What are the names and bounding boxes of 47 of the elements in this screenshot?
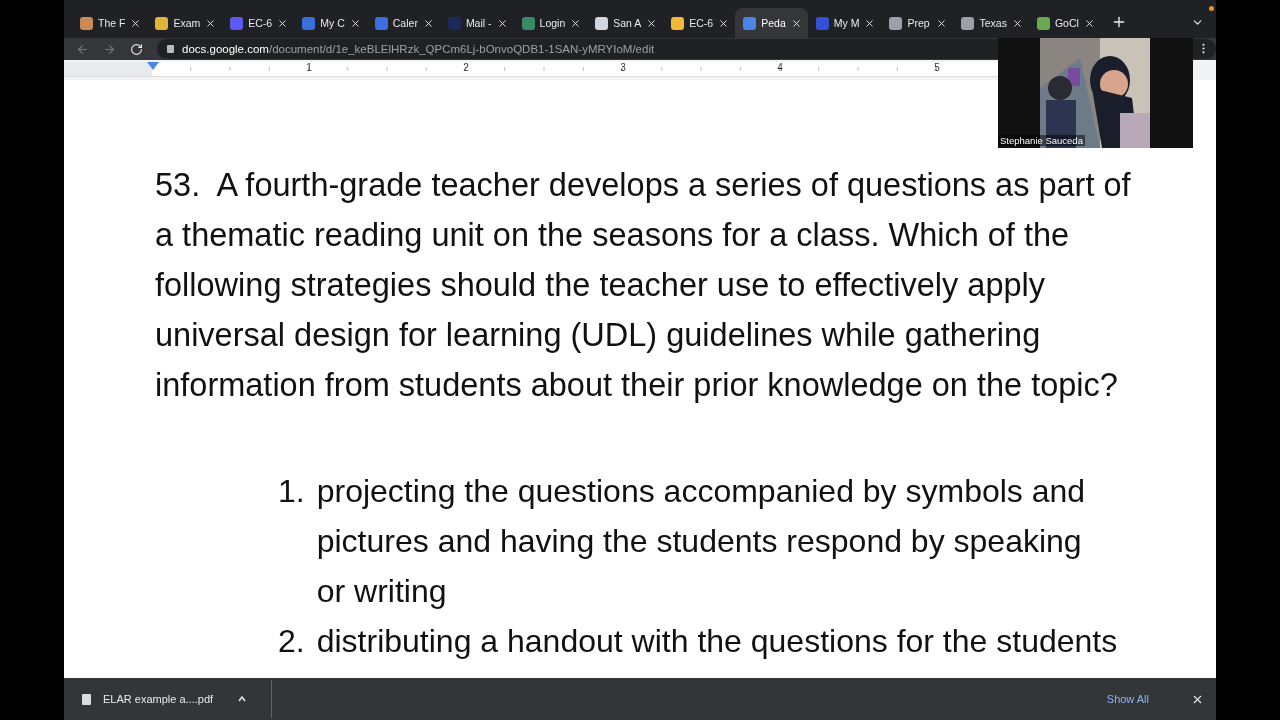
- close-icon[interactable]: [1083, 17, 1095, 29]
- participant-name: Stephanie Sauceda: [998, 135, 1085, 146]
- browser-tab[interactable]: Exam: [147, 8, 223, 38]
- browser-tab[interactable]: My C: [294, 8, 367, 38]
- ruler-number: 4: [776, 62, 784, 75]
- browser-tab[interactable]: My M: [807, 8, 882, 38]
- back-icon[interactable]: [76, 42, 89, 56]
- reload-icon[interactable]: [130, 42, 143, 56]
- download-file[interactable]: ELAR example a....pdf: [103, 693, 214, 705]
- close-icon[interactable]: [422, 17, 434, 29]
- close-icon[interactable]: [646, 17, 658, 29]
- notification-dot: [1209, 6, 1214, 11]
- option-number: 1.: [278, 472, 305, 511]
- browser-tab[interactable]: Mail -: [439, 8, 514, 38]
- ruler-number: 5: [933, 62, 941, 75]
- close-icon[interactable]: [570, 17, 582, 29]
- browser-tab[interactable]: San A: [587, 8, 664, 38]
- close-icon[interactable]: [1011, 17, 1023, 29]
- question-text: 53. A fourth-grade teacher develops a series of questions as part of a thematic reading unit on the seasons for a class. Which of the following strategies should the teacher use to effectively apply universal design for learning (UDL) guidelines while gathering information from students about their prior knowledge on the topic?: [155, 166, 1132, 405]
- close-icon[interactable]: [130, 17, 142, 29]
- browser-tab[interactable]: Caler: [366, 8, 440, 38]
- close-icon[interactable]: [718, 17, 730, 29]
- show-all-link[interactable]: Show All: [1106, 693, 1149, 705]
- browser-tab[interactable]: Login: [513, 8, 588, 38]
- ruler-number: 1: [305, 62, 313, 75]
- close-icon[interactable]: [864, 17, 876, 29]
- ruler-number: 2: [462, 62, 470, 75]
- option-number: 2.: [278, 622, 305, 661]
- browser-tab[interactable]: Texas: [953, 8, 1029, 38]
- browser-tab[interactable]: The F: [72, 8, 148, 38]
- browser-tab[interactable]: Prep: [881, 8, 954, 38]
- browser-tab[interactable]: Peda: [735, 8, 808, 38]
- close-icon[interactable]: [496, 17, 508, 29]
- close-icon[interactable]: [205, 17, 217, 29]
- browser-tab[interactable]: GoCl: [1028, 8, 1101, 38]
- forward-icon[interactable]: [103, 42, 116, 56]
- close-icon[interactable]: [790, 17, 802, 29]
- caret-icon[interactable]: [237, 694, 248, 704]
- close-icon[interactable]: [349, 17, 361, 29]
- ruler-number: 3: [619, 62, 627, 75]
- browser-tab[interactable]: EC-6: [663, 8, 736, 38]
- indent-marker-icon[interactable]: [147, 62, 159, 70]
- option-text: distributing a handout with the questions for the students: [316, 622, 1118, 661]
- browser-tab[interactable]: EC-6: [222, 8, 295, 38]
- close-icon[interactable]: [277, 17, 289, 29]
- file-icon: [82, 693, 91, 705]
- close-icon[interactable]: [936, 17, 948, 29]
